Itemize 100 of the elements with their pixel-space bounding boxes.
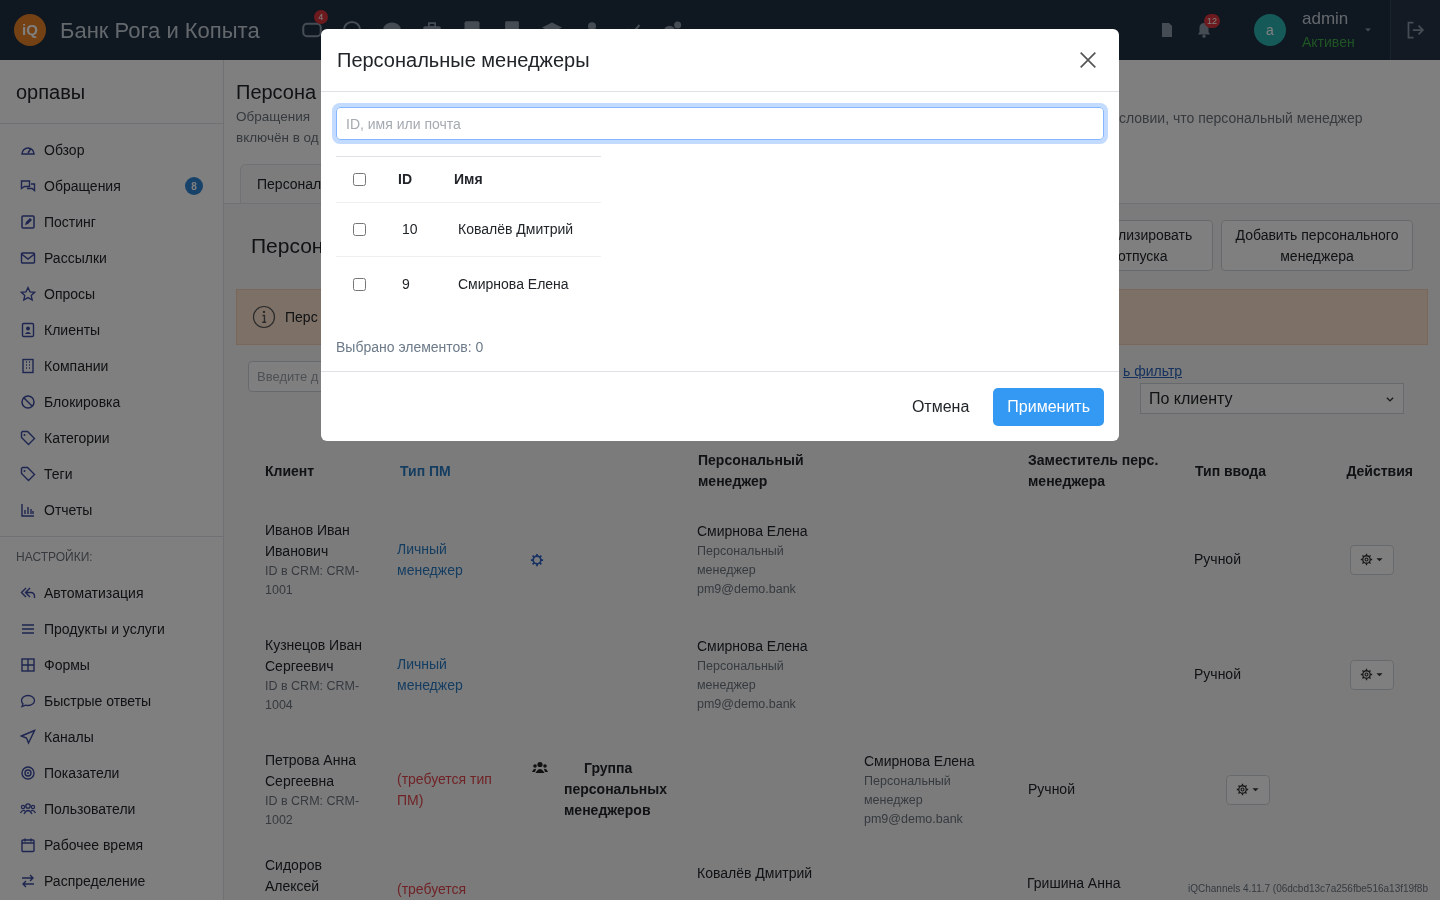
bell-icon[interactable] bbox=[1196, 22, 1212, 38]
actions-menu-button[interactable] bbox=[1349, 659, 1394, 690]
manager-email: pm9@demo.bank bbox=[864, 810, 964, 828]
sidebar-item[interactable]: Пользователи bbox=[0, 791, 223, 827]
pm-type-text: (требуется bbox=[396, 880, 468, 899]
sort-select[interactable]: По клиенту bbox=[1140, 383, 1404, 414]
apply-button[interactable]: Применить bbox=[993, 387, 1104, 426]
sidebar-item[interactable]: Обзор bbox=[0, 132, 223, 168]
pm-type-text: (требуется тип ПМ) bbox=[396, 769, 493, 810]
notification-badge: 12 bbox=[1204, 14, 1220, 28]
sidebar-item[interactable]: Распределение bbox=[0, 863, 223, 899]
gear-icon bbox=[1236, 783, 1249, 796]
sidebar-item[interactable]: Формы bbox=[0, 647, 223, 683]
section-label: НАСТРОЙКИ: bbox=[15, 548, 94, 566]
client-name: Кузнецов Иван Сергеевич bbox=[265, 635, 363, 676]
table-cell-text: 10 bbox=[402, 220, 419, 239]
column-header: Тип ввода bbox=[1194, 461, 1268, 481]
version-text: iQChannels 4.11.7 (06dcbd13c7a256fbe516a13f19f8b bbox=[1188, 882, 1428, 896]
reply-all-icon bbox=[20, 585, 36, 601]
close-icon[interactable] bbox=[1079, 51, 1097, 69]
user-status: Активен bbox=[1302, 33, 1356, 51]
table-cell-text: Смирнова Елена bbox=[458, 274, 569, 294]
pm-type-text[interactable]: Личный менеджер bbox=[385, 538, 520, 581]
speech-bubble-icon bbox=[20, 693, 36, 709]
column-header: Действия bbox=[1345, 461, 1414, 481]
user-avatar: a bbox=[1254, 14, 1286, 46]
list-icon bbox=[20, 621, 36, 637]
pencil-icon bbox=[20, 214, 36, 230]
sidebar-item[interactable]: Быстрые ответы bbox=[0, 683, 223, 719]
table-cell-text: Ковалёв Дмитрий bbox=[458, 220, 574, 239]
sidebar-item[interactable]: Автоматизация bbox=[0, 575, 223, 611]
manager-name: Смирнова Елена bbox=[697, 636, 809, 656]
calendar-icon bbox=[20, 837, 36, 853]
arrows-icon bbox=[20, 873, 36, 889]
target-icon bbox=[20, 765, 36, 781]
manager-name: Гришина Анна bbox=[1027, 874, 1122, 893]
cancel-button[interactable]: Отмена bbox=[899, 387, 982, 426]
sidebar-item[interactable]: Компании bbox=[0, 348, 223, 384]
pm-type-text[interactable]: Личный менеджер bbox=[385, 653, 520, 696]
gear-icon[interactable] bbox=[530, 552, 544, 567]
users-icon bbox=[20, 801, 36, 817]
checkbox[interactable] bbox=[353, 223, 366, 236]
sidebar-title: орпавы bbox=[16, 79, 86, 105]
reset-filter-link[interactable]: ь фильтр bbox=[1123, 361, 1404, 382]
users-icon bbox=[530, 760, 550, 776]
manager-name: Смирнова Елена bbox=[864, 751, 976, 771]
column-header[interactable]: Тип ПМ bbox=[385, 460, 520, 482]
bar-chart-icon bbox=[20, 502, 36, 518]
sidebar-item[interactable]: Рабочее время bbox=[0, 827, 223, 863]
sidebar-item[interactable]: Обращения 8 bbox=[0, 168, 223, 204]
paper-plane-icon bbox=[20, 729, 36, 745]
sidebar-item[interactable]: Постинг bbox=[0, 204, 223, 240]
ban-icon bbox=[20, 394, 36, 410]
caret-icon[interactable] bbox=[1364, 26, 1372, 34]
gear-icon bbox=[1360, 553, 1373, 566]
info-icon bbox=[252, 305, 276, 329]
envelope-icon bbox=[20, 250, 36, 266]
client-crm-id: ID в CRM: CRM-1001 bbox=[265, 562, 361, 599]
sidebar-item[interactable]: Продукты и услуги bbox=[0, 611, 223, 647]
input-type-text: Ручной bbox=[1027, 780, 1076, 799]
sidebar-item[interactable]: Категории bbox=[0, 420, 223, 456]
caret-icon bbox=[1376, 671, 1383, 678]
input-type-text: Ручной bbox=[1193, 665, 1242, 684]
caret-icon bbox=[1252, 786, 1259, 793]
actions-menu-button[interactable] bbox=[1225, 774, 1270, 805]
input-type-text: Ручной bbox=[1193, 550, 1242, 569]
chat-icon bbox=[20, 178, 36, 194]
user-name[interactable]: admin bbox=[1302, 9, 1364, 29]
client-crm-id: ID в CRM: CRM-1004 bbox=[265, 677, 361, 714]
sidebar-item[interactable]: Теги bbox=[0, 456, 223, 492]
page-description: Обращения bbox=[236, 108, 312, 126]
tag-icon bbox=[20, 430, 36, 446]
notification-badge: 4 bbox=[313, 10, 328, 24]
actions-menu-button[interactable] bbox=[1349, 544, 1394, 575]
sidebar-item[interactable]: Показатели bbox=[0, 755, 223, 791]
logout-icon[interactable] bbox=[1405, 20, 1426, 40]
sidebar-item[interactable]: Отчеты bbox=[0, 492, 223, 528]
sidebar-item[interactable]: Клиенты bbox=[0, 312, 223, 348]
chat-icon[interactable] bbox=[301, 20, 322, 40]
sidebar-item[interactable]: Рассылки bbox=[0, 240, 223, 276]
document-icon[interactable] bbox=[1159, 22, 1175, 38]
column-header: Клиент bbox=[264, 461, 316, 481]
sidebar-item[interactable]: Блокировка bbox=[0, 384, 223, 420]
contact-card-icon bbox=[20, 322, 36, 338]
column-header: Заместитель перс. менеджера bbox=[1027, 451, 1160, 491]
modal-title: Персональные менеджеры bbox=[337, 48, 591, 73]
manager-name: Смирнова Елена bbox=[697, 521, 809, 541]
checkbox[interactable] bbox=[353, 277, 366, 291]
page-title: Персона bbox=[236, 80, 318, 105]
sidebar-item[interactable]: Каналы bbox=[0, 719, 223, 755]
app-title: Банк Рога и Копыта bbox=[60, 16, 260, 45]
sidebar-item[interactable]: Опросы bbox=[0, 276, 223, 312]
column-header: Персональный менеджер bbox=[697, 451, 805, 491]
checkbox[interactable] bbox=[353, 173, 366, 186]
manager-name: Ковалёв Дмитрий bbox=[697, 864, 814, 883]
tag-icon bbox=[20, 466, 36, 482]
page-description: включён в од bbox=[236, 129, 320, 147]
button[interactable]: Добавить персонального менеджера bbox=[1221, 220, 1413, 271]
client-name: Петрова Анна Сергеевна bbox=[265, 750, 357, 791]
manager-email: pm9@demo.bank bbox=[697, 580, 797, 598]
